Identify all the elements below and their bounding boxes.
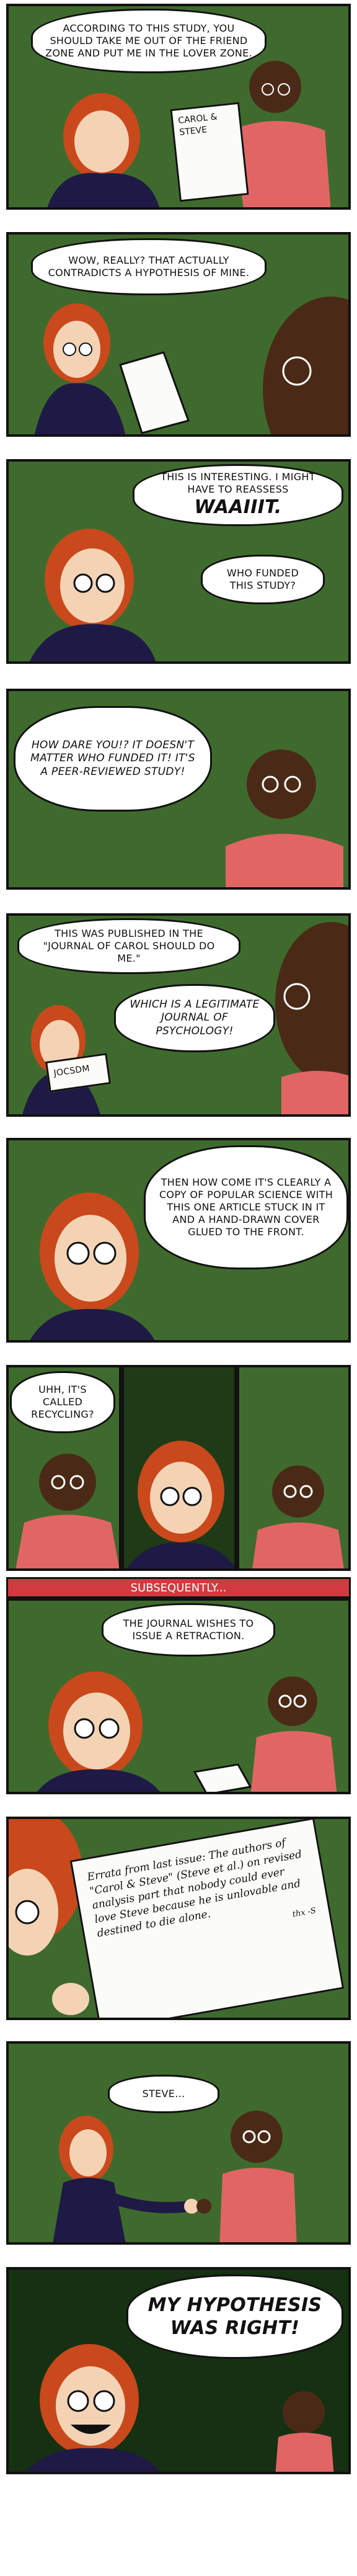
carol-glasses-right <box>95 573 115 593</box>
carol-face <box>150 1462 212 1534</box>
steve-head <box>247 749 316 819</box>
carol-glasses-left <box>73 573 93 593</box>
carol-shirt <box>37 1769 161 1792</box>
carol-arm <box>112 2193 190 2214</box>
comic-panel-7c <box>237 1365 351 1571</box>
carol-glasses-left <box>74 1718 95 1739</box>
speech-text: ACCORDING TO THIS STUDY, YOU SHOULD TAKE… <box>45 22 252 59</box>
carol-face <box>53 321 100 378</box>
speech-bubble-p10: STEVE... <box>108 2075 219 2113</box>
steve-head-closeup <box>263 297 348 434</box>
comic-panel-8: THE JOURNAL WISHES TO ISSUE A RETRACTION… <box>6 1598 351 1794</box>
speech-text: WHICH IS A LEGITIMATE JOURNAL OF PSYCHOL… <box>130 998 260 1037</box>
carol-glasses-left <box>67 2390 89 2412</box>
carol-glasses-right <box>93 2390 115 2412</box>
comic-panel-9: Errata from last issue: The authors of "… <box>6 1817 351 2020</box>
comic-panel-7a: UHH, IT'S CALLED RECYCLING? <box>6 1365 121 1571</box>
carol-glasses-right <box>93 1241 117 1265</box>
speech-bubble-p4: HOW DARE YOU!? IT DOESN'T MATTER WHO FUN… <box>14 706 212 812</box>
steve-shirt <box>275 2433 334 2472</box>
steve-head <box>39 1454 96 1511</box>
steve-shirt <box>226 834 343 887</box>
speech-text: STEVE... <box>142 2088 185 2100</box>
carol-shirt <box>127 1542 234 1568</box>
carol-glasses-right <box>99 1718 120 1739</box>
panel-7b-art <box>127 1441 234 1568</box>
comic-panel-6: THEN HOW COME IT'S CLEARLY A COPY OF POP… <box>6 1138 351 1343</box>
steve-head <box>283 2391 325 2433</box>
study-paper <box>119 351 190 434</box>
comic-panel-3: THIS IS INTERESTING. I MIGHT HAVE TO REA… <box>6 459 351 664</box>
steve-shirt <box>281 1071 348 1114</box>
carol-glasses <box>15 1900 40 1925</box>
steve-head <box>268 1676 317 1726</box>
speech-text: THIS WAS PUBLISHED IN THE "JOURNAL OF CA… <box>43 928 215 964</box>
carol-face <box>55 1215 126 1302</box>
carol-shirt <box>47 172 159 207</box>
speech-bubble-p1: ACCORDING TO THIS STUDY, YOU SHOULD TAKE… <box>31 9 267 73</box>
carol-hand <box>52 1983 89 2015</box>
speech-text-emphasis: WAAIIIT. <box>194 496 282 519</box>
study-title: CAROL & STEVE <box>177 112 218 138</box>
steve-shirt <box>250 1731 337 1792</box>
carol-face <box>60 548 125 623</box>
speech-text: THIS IS INTERESTING. I MIGHT HAVE TO REA… <box>161 471 315 496</box>
comic-panel-1: CAROL & STEVE ACCORDING TO THIS STUDY, Y… <box>6 4 351 210</box>
carol-shirt <box>29 624 156 661</box>
speech-bubble-p2: WOW, REALLY? THAT ACTUALLY CONTRADICTS A… <box>31 238 267 295</box>
speech-text: UHH, IT'S CALLED RECYCLING? <box>31 1384 94 1420</box>
carol-glasses-right <box>79 342 92 356</box>
speech-bubble-p3a: THIS IS INTERESTING. I MIGHT HAVE TO REA… <box>133 464 343 526</box>
speech-text: THE JOURNAL WISHES TO ISSUE A RETRACTION… <box>123 1617 254 1642</box>
speech-bubble-p5b: WHICH IS A LEGITIMATE JOURNAL OF PSYCHOL… <box>114 984 275 1052</box>
steve-head <box>231 2111 283 2163</box>
steve-shirt <box>232 121 331 207</box>
speech-text: MY HYPOTHESIS WAS RIGHT! <box>148 2294 322 2340</box>
speech-bubble-p3b: WHO FUNDED THIS STUDY? <box>201 555 325 604</box>
carol-shirt <box>53 2178 126 2242</box>
panel-7c-art <box>252 1465 344 1568</box>
steve-hand <box>196 2199 211 2214</box>
speech-text: WOW, REALLY? THAT ACTUALLY CONTRADICTS A… <box>48 254 250 279</box>
carol-face <box>63 1693 130 1769</box>
carol-glasses-right <box>182 1487 202 1506</box>
panel-10-art <box>53 2111 297 2242</box>
journal-title: JOCSDM <box>53 1063 90 1079</box>
speech-bubble-p6: THEN HOW COME IT'S CLEARLY A COPY OF POP… <box>144 1145 348 1269</box>
steve-head <box>272 1465 324 1518</box>
speech-bubble-p7: UHH, IT'S CALLED RECYCLING? <box>10 1371 115 1433</box>
comic-panel-7: UHH, IT'S CALLED RECYCLING? <box>6 1365 351 1571</box>
carol-face <box>69 2129 107 2176</box>
carol-glasses-left <box>160 1487 180 1506</box>
speech-text-wrap: THIS IS INTERESTING. I MIGHT HAVE TO REA… <box>146 471 330 519</box>
comic-panel-2: WOW, REALLY? THAT ACTUALLY CONTRADICTS A… <box>6 232 351 437</box>
speech-text: THEN HOW COME IT'S CLEARLY A COPY OF POP… <box>159 1176 333 1238</box>
carol-shirt <box>30 1308 155 1340</box>
speech-text: HOW DARE YOU!? IT DOESN'T MATTER WHO FUN… <box>30 739 195 778</box>
speech-text: WHO FUNDED THIS STUDY? <box>226 567 299 591</box>
carol-shirt <box>25 2448 161 2472</box>
carol-glasses-left <box>66 1241 90 1265</box>
comic-panel-7b <box>121 1365 237 1571</box>
caption-text: SUBSEQUENTLY... <box>130 1581 227 1594</box>
retraction-paper <box>193 1763 252 1792</box>
carol-glasses-left <box>63 342 76 356</box>
caption-subsequently: SUBSEQUENTLY... <box>6 1577 351 1598</box>
steve-head <box>249 61 301 113</box>
comic-panel-4: HOW DARE YOU!? IT DOESN'T MATTER WHO FUN… <box>6 689 351 890</box>
speech-bubble-p8: THE JOURNAL WISHES TO ISSUE A RETRACTION… <box>102 1603 275 1657</box>
comic-panel-10: STEVE... <box>6 2041 351 2245</box>
steve-shirt <box>252 1523 344 1568</box>
carol-shirt <box>34 383 126 434</box>
comic-panel-11: MY HYPOTHESIS WAS RIGHT! <box>6 2267 351 2474</box>
speech-bubble-p11: MY HYPOTHESIS WAS RIGHT! <box>126 2274 343 2359</box>
carol-face <box>74 110 129 172</box>
steve-shirt <box>15 1514 119 1568</box>
comic-panel-5: JOCSDM THIS WAS PUBLISHED IN THE "JOURNA… <box>6 913 351 1117</box>
speech-bubble-p5a: THIS WAS PUBLISHED IN THE "JOURNAL OF CA… <box>17 918 240 974</box>
steve-shirt <box>219 2168 297 2242</box>
study-paper: CAROL & STEVE <box>170 102 249 202</box>
